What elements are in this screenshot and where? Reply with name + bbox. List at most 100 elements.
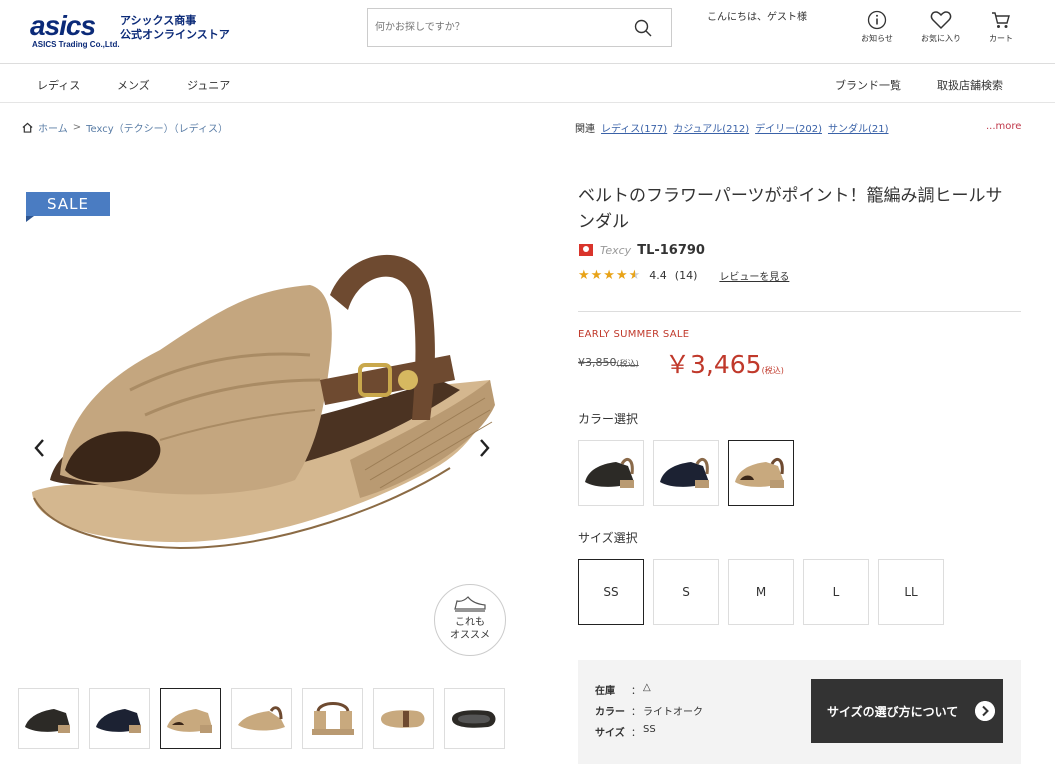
color-option-black[interactable]: [578, 440, 644, 506]
sale-badge-fold: [26, 216, 34, 222]
nav-mens[interactable]: メンズ: [117, 77, 150, 93]
color-colon: ：: [631, 707, 641, 718]
breadcrumb-home[interactable]: ホーム: [38, 120, 68, 135]
size-row: サイズ ： SS: [595, 724, 656, 739]
stock-row: 在庫 ： △: [595, 682, 651, 697]
thumbnail-beige[interactable]: [160, 688, 221, 749]
related-link-ladies[interactable]: レディス(177): [601, 120, 667, 135]
breadcrumb-separator: >: [72, 122, 82, 133]
size-option-s[interactable]: S: [653, 559, 719, 625]
store-name[interactable]: アシックス商事 公式オンラインストア: [120, 14, 230, 42]
cart-icon: [992, 12, 1010, 28]
related-more-link[interactable]: ...more: [986, 121, 1021, 132]
thumbnail-sole[interactable]: [444, 688, 505, 749]
size-options: SS S M L LL: [578, 559, 944, 625]
brand-row: Texcy TL-16790: [578, 242, 705, 258]
color-value: ライトオーク: [643, 707, 703, 718]
divider: [578, 311, 1021, 312]
logo-wordmark: asics: [30, 10, 96, 41]
size-select-label: サイズ選択: [578, 531, 638, 545]
original-tax-note: (税込): [616, 359, 639, 368]
sale-price: ￥3,465(税込): [665, 345, 784, 381]
sale-price-value: ￥3,465: [665, 350, 762, 379]
review-count: (14): [674, 269, 698, 282]
related-link-daily[interactable]: デイリー(202): [755, 120, 822, 135]
search-box: [367, 8, 672, 47]
nav-ladies[interactable]: レディス: [37, 77, 80, 93]
original-price: ¥3,850(税込): [578, 356, 639, 369]
sale-badge: SALE: [26, 192, 110, 216]
nav-junior[interactable]: ジュニア: [187, 77, 230, 93]
main-nav: レディス メンズ ジュニア ブランド一覧 取扱店舗検索: [0, 65, 1055, 103]
campaign-label: EARLY SUMMER SALE: [578, 329, 690, 340]
stock-key: 在庫: [595, 686, 615, 697]
size-guide-label: サイズの選び方について: [827, 704, 959, 719]
rating-row: ★★★★★ 4.4 (14) レビューを見る: [578, 268, 789, 283]
thumbnail-top[interactable]: [373, 688, 434, 749]
review-link[interactable]: レビューを見る: [719, 268, 789, 283]
home-icon: [22, 122, 33, 133]
selection-info-box: 在庫 ： △ カラー ： ライトオーク サイズ ： SS サイズの選び方について: [578, 660, 1021, 764]
color-option-light-oak[interactable]: [728, 440, 794, 506]
size-guide-button[interactable]: サイズの選び方について: [811, 679, 1003, 743]
breadcrumb-current[interactable]: Texcy（テクシー）（レディス）: [86, 120, 228, 135]
size-option-m[interactable]: M: [728, 559, 794, 625]
recommend-button[interactable]: これも オススメ: [434, 584, 506, 656]
site-header: asics ASICS Trading Co.,Ltd. アシックス商事 公式オ…: [0, 0, 1055, 64]
search-input[interactable]: [368, 9, 618, 46]
color-row: カラー ： ライトオーク: [595, 703, 703, 718]
thumbnail-side[interactable]: [231, 688, 292, 749]
related-label: 関連: [575, 124, 595, 135]
logo-subtitle: ASICS Trading Co.,Ltd.: [32, 40, 120, 49]
brand-logo-text[interactable]: Texcy: [600, 244, 631, 257]
notice-link[interactable]: お知らせ: [852, 10, 902, 44]
favorites-link[interactable]: お気に入り: [916, 10, 966, 44]
size-key: サイズ: [595, 728, 625, 739]
store-name-line1: アシックス商事: [120, 14, 197, 27]
size-option-ll[interactable]: LL: [878, 559, 944, 625]
color-key: カラー: [595, 707, 625, 718]
product-main-image[interactable]: [20, 230, 520, 580]
store-name-line2: 公式オンラインストア: [120, 28, 230, 41]
stock-colon: ：: [631, 686, 641, 697]
chevron-right-icon: [975, 701, 995, 721]
thumbnail-back[interactable]: [302, 688, 363, 749]
breadcrumb: ホーム > Texcy（テクシー）（レディス）: [22, 120, 228, 135]
nav-store-search[interactable]: 取扱店舗検索: [937, 77, 1003, 93]
original-price-value: ¥3,850: [578, 356, 617, 369]
thumbnail-navy[interactable]: [89, 688, 150, 749]
related-link-casual[interactable]: カジュアル(212): [673, 120, 749, 135]
product-title: ベルトのフラワーパーツがポイント！籠編み調ヒールサンダル: [578, 186, 1003, 232]
size-option-ss[interactable]: SS: [578, 559, 644, 625]
rating-value: 4.4: [649, 269, 667, 282]
rating-stars: ★★★★★: [578, 268, 642, 283]
related-link-sandal[interactable]: サンダル(21): [828, 120, 889, 135]
info-icon: [867, 10, 887, 30]
recommend-line1: これも: [455, 617, 485, 628]
notice-label: お知らせ: [861, 34, 893, 43]
stock-value: △: [643, 682, 651, 693]
related-tags: 関連 レディス(177) カジュアル(212) デイリー(202) サンダル(2…: [575, 120, 889, 135]
nav-brand-list[interactable]: ブランド一覧: [835, 77, 901, 93]
search-icon[interactable]: [633, 18, 653, 38]
next-image-arrow[interactable]: [474, 436, 494, 460]
color-option-navy[interactable]: [653, 440, 719, 506]
size-value: SS: [643, 724, 656, 735]
heart-icon: [930, 11, 952, 30]
asics-logo[interactable]: asics ASICS Trading Co.,Ltd.: [30, 10, 120, 50]
shoe-icon: [454, 596, 486, 612]
favorites-label: お気に入り: [921, 34, 961, 43]
size-option-l[interactable]: L: [803, 559, 869, 625]
cart-link[interactable]: カート: [976, 10, 1026, 44]
texcy-brand-icon: [579, 244, 593, 256]
sale-tax-note: (税込): [761, 366, 784, 375]
model-number: TL-16790: [637, 242, 705, 258]
prev-image-arrow[interactable]: [30, 436, 50, 460]
greeting-text: こんにちは、ゲスト様: [707, 12, 807, 23]
color-options: [578, 440, 794, 506]
thumbnail-black[interactable]: [18, 688, 79, 749]
color-select-label: カラー選択: [578, 412, 639, 426]
cart-label: カート: [989, 34, 1013, 43]
recommend-line2: オススメ: [450, 630, 490, 641]
thumbnail-strip: [18, 688, 505, 749]
